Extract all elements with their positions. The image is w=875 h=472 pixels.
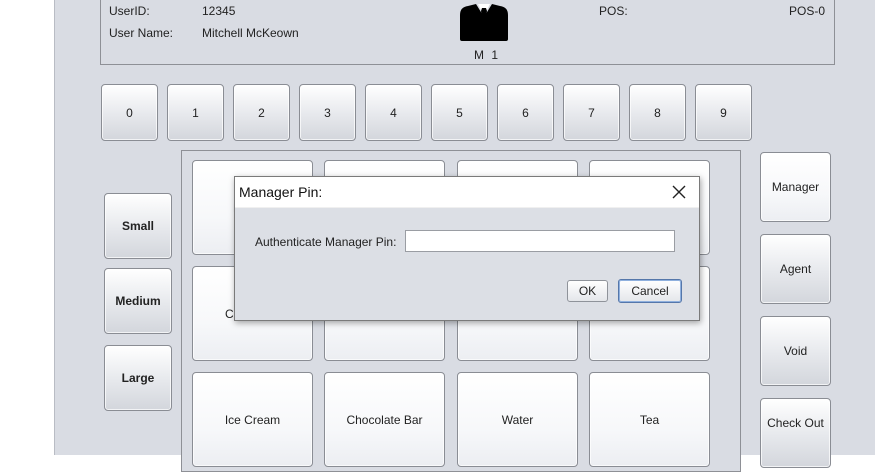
check-out-button[interactable]: Check Out bbox=[760, 398, 831, 468]
pos-value: POS-0 bbox=[789, 4, 826, 18]
agent-button[interactable]: Agent bbox=[760, 234, 831, 304]
size-large-button[interactable]: Large bbox=[104, 345, 172, 411]
manager-button[interactable]: Manager bbox=[760, 152, 831, 222]
keypad-button-8[interactable]: 8 bbox=[629, 84, 686, 141]
avatar-caption: M 1 bbox=[474, 48, 501, 62]
keypad-button-2[interactable]: 2 bbox=[233, 84, 290, 141]
header-panel: UserID: 12345 User Name: Mitchell McKeow… bbox=[100, 0, 835, 65]
manager-pin-dialog: Manager Pin: Authenticate Manager Pin: O… bbox=[234, 176, 700, 321]
product-chocolate-bar-button[interactable]: Chocolate Bar bbox=[324, 372, 445, 467]
keypad-button-1[interactable]: 1 bbox=[167, 84, 224, 141]
user-id-value: 12345 bbox=[202, 4, 236, 18]
product-water-button[interactable]: Water bbox=[457, 372, 578, 467]
pos-label: POS: bbox=[599, 4, 628, 18]
void-button[interactable]: Void bbox=[760, 316, 831, 386]
keypad-button-9[interactable]: 9 bbox=[695, 84, 752, 141]
dialog-body: Authenticate Manager Pin: OK Cancel bbox=[235, 208, 699, 320]
pin-label: Authenticate Manager Pin: bbox=[255, 235, 397, 249]
keypad-button-6[interactable]: 6 bbox=[497, 84, 554, 141]
product-ice-cream-button[interactable]: Ice Cream bbox=[192, 372, 313, 467]
size-medium-button[interactable]: Medium bbox=[104, 268, 172, 334]
user-id-label: UserID: bbox=[109, 4, 150, 18]
dialog-titlebar: Manager Pin: bbox=[235, 177, 699, 207]
keypad-button-4[interactable]: 4 bbox=[365, 84, 422, 141]
user-name-value: Mitchell McKeown bbox=[202, 26, 299, 40]
dialog-title: Manager Pin: bbox=[239, 184, 323, 200]
cancel-button[interactable]: Cancel bbox=[618, 279, 682, 303]
manager-avatar-icon bbox=[458, 3, 510, 41]
product-tea-button[interactable]: Tea bbox=[589, 372, 710, 467]
keypad-button-0[interactable]: 0 bbox=[101, 84, 158, 141]
keypad-button-3[interactable]: 3 bbox=[299, 84, 356, 141]
user-name-label: User Name: bbox=[109, 26, 174, 40]
ok-button[interactable]: OK bbox=[567, 280, 608, 302]
keypad-button-7[interactable]: 7 bbox=[563, 84, 620, 141]
manager-pin-input[interactable] bbox=[405, 230, 675, 252]
keypad-button-5[interactable]: 5 bbox=[431, 84, 488, 141]
close-icon[interactable] bbox=[669, 182, 689, 202]
size-small-button[interactable]: Small bbox=[104, 193, 172, 259]
